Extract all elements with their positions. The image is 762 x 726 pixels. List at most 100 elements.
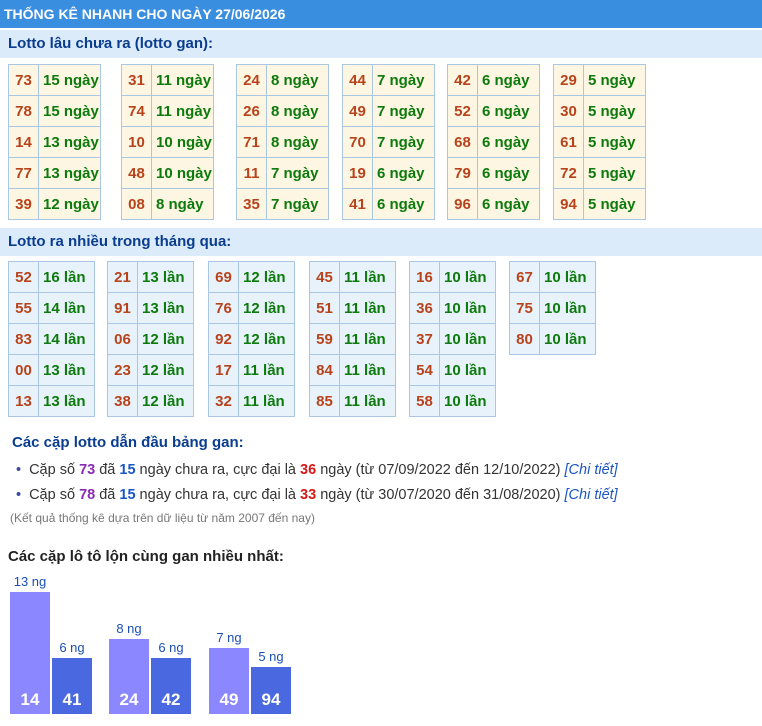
table-row: 58 10 lần bbox=[409, 385, 496, 417]
lotto-number[interactable]: 17 bbox=[208, 354, 239, 386]
lotto-number[interactable]: 45 bbox=[309, 261, 340, 293]
lotto-number[interactable]: 48 bbox=[121, 157, 152, 189]
table-row: 67 10 lần bbox=[509, 261, 596, 293]
lotto-number[interactable]: 91 bbox=[107, 292, 138, 324]
lotto-number[interactable]: 29 bbox=[553, 64, 584, 96]
lotto-count: 10 ngày bbox=[151, 126, 214, 158]
lotto-number[interactable]: 51 bbox=[309, 292, 340, 324]
lotto-number[interactable]: 70 bbox=[342, 126, 373, 158]
lotto-number[interactable]: 36 bbox=[409, 292, 440, 324]
lotto-number[interactable]: 41 bbox=[342, 188, 373, 220]
lotto-number[interactable]: 26 bbox=[236, 95, 267, 127]
table-row: 42 6 ngày bbox=[447, 64, 540, 96]
lotto-number[interactable]: 94 bbox=[553, 188, 584, 220]
lotto-number[interactable]: 75 bbox=[509, 292, 540, 324]
table-row: 17 11 lần bbox=[208, 354, 295, 386]
lotto-count: 7 ngày bbox=[372, 95, 435, 127]
lotto-number[interactable]: 52 bbox=[8, 261, 39, 293]
lotto-count: 12 lần bbox=[137, 385, 194, 417]
lotto-number[interactable]: 69 bbox=[208, 261, 239, 293]
table-row: 84 11 lần bbox=[309, 354, 396, 386]
lotto-number[interactable]: 31 bbox=[121, 64, 152, 96]
leader-text: Cặp số bbox=[29, 487, 80, 503]
lotto-number[interactable]: 42 bbox=[447, 64, 478, 96]
lotto-count: 11 lần bbox=[339, 261, 396, 293]
lotto-number[interactable]: 77 bbox=[8, 157, 39, 189]
lotto-number[interactable]: 00 bbox=[8, 354, 39, 386]
stats-table: 24 8 ngày 26 8 ngày 71 8 ngày 11 7 ngày 35 7 ngày bbox=[236, 64, 329, 220]
table-row: 61 5 ngày bbox=[553, 126, 646, 158]
detail-link[interactable]: [Chi tiết] bbox=[565, 462, 618, 478]
lotto-number[interactable]: 49 bbox=[342, 95, 373, 127]
lotto-count: 13 lần bbox=[38, 354, 95, 386]
lotto-number[interactable]: 35 bbox=[236, 188, 267, 220]
lotto-count: 15 ngày bbox=[38, 64, 101, 96]
bar-number-label: 14 bbox=[20, 690, 40, 709]
leader-days: 15 bbox=[119, 487, 136, 503]
lotto-number[interactable]: 39 bbox=[8, 188, 39, 220]
lotto-number[interactable]: 73 bbox=[8, 64, 39, 96]
bar-number-label: 42 bbox=[161, 690, 181, 709]
lotto-number[interactable]: 67 bbox=[509, 261, 540, 293]
lotto-number[interactable]: 74 bbox=[121, 95, 152, 127]
lotto-count: 6 ngày bbox=[477, 95, 540, 127]
lotto-number[interactable]: 21 bbox=[107, 261, 138, 293]
lotto-number[interactable]: 38 bbox=[107, 385, 138, 417]
detail-link[interactable]: [Chi tiết] bbox=[565, 487, 618, 503]
lotto-number[interactable]: 30 bbox=[553, 95, 584, 127]
lotto-number[interactable]: 72 bbox=[553, 157, 584, 189]
lotto-number[interactable]: 58 bbox=[409, 385, 440, 417]
lotto-count: 13 lần bbox=[137, 292, 194, 324]
lotto-number[interactable]: 54 bbox=[409, 354, 440, 386]
lotto-number[interactable]: 24 bbox=[236, 64, 267, 96]
lotto-number[interactable]: 96 bbox=[447, 188, 478, 220]
lotto-number[interactable]: 78 bbox=[8, 95, 39, 127]
lotto-number[interactable]: 52 bbox=[447, 95, 478, 127]
lotto-number[interactable]: 10 bbox=[121, 126, 152, 158]
lotto-number[interactable]: 11 bbox=[236, 157, 267, 189]
lotto-count: 6 ngày bbox=[477, 126, 540, 158]
lotto-number[interactable]: 37 bbox=[409, 323, 440, 355]
leader-text: ngày (từ 30/07/2020 đến 31/08/2020) bbox=[316, 487, 565, 503]
bar-number-label: 49 bbox=[219, 690, 239, 709]
lotto-count: 5 ngày bbox=[583, 64, 646, 96]
lotto-number[interactable]: 79 bbox=[447, 157, 478, 189]
leader-text: ngày chưa ra, cực đại là bbox=[135, 462, 301, 478]
lotto-count: 11 ngày bbox=[151, 64, 214, 96]
lotto-count: 10 lần bbox=[539, 292, 596, 324]
chart-bar: 24 bbox=[109, 639, 149, 714]
lotto-number[interactable]: 71 bbox=[236, 126, 267, 158]
table-row: 48 10 ngày bbox=[121, 157, 214, 189]
lotto-number[interactable]: 44 bbox=[342, 64, 373, 96]
lotto-count: 13 ngày bbox=[38, 126, 101, 158]
lotto-number[interactable]: 68 bbox=[447, 126, 478, 158]
lotto-number[interactable]: 61 bbox=[553, 126, 584, 158]
table-row: 21 13 lần bbox=[107, 261, 194, 293]
lotto-number[interactable]: 83 bbox=[8, 323, 39, 355]
lotto-number[interactable]: 13 bbox=[8, 385, 39, 417]
table-row: 94 5 ngày bbox=[553, 188, 646, 220]
lotto-count: 13 lần bbox=[137, 261, 194, 293]
lotto-count: 12 lần bbox=[137, 354, 194, 386]
lotto-number[interactable]: 14 bbox=[8, 126, 39, 158]
lotto-number[interactable]: 32 bbox=[208, 385, 239, 417]
lotto-number[interactable]: 08 bbox=[121, 188, 152, 220]
table-row: 00 13 lần bbox=[8, 354, 95, 386]
table-row: 59 11 lần bbox=[309, 323, 396, 355]
lotto-number[interactable]: 59 bbox=[309, 323, 340, 355]
lotto-number[interactable]: 16 bbox=[409, 261, 440, 293]
lotto-number[interactable]: 76 bbox=[208, 292, 239, 324]
lotto-number[interactable]: 85 bbox=[309, 385, 340, 417]
leader-text: Cặp số bbox=[29, 462, 80, 478]
table-row: 14 13 ngày bbox=[8, 126, 101, 158]
lotto-number[interactable]: 92 bbox=[208, 323, 239, 355]
lotto-number[interactable]: 19 bbox=[342, 157, 373, 189]
lotto-number[interactable]: 55 bbox=[8, 292, 39, 324]
lotto-number[interactable]: 84 bbox=[309, 354, 340, 386]
lotto-count: 8 ngày bbox=[266, 126, 329, 158]
bar-value-label: 6 ng bbox=[59, 640, 85, 655]
lotto-number[interactable]: 80 bbox=[509, 323, 540, 355]
lotto-number[interactable]: 06 bbox=[107, 323, 138, 355]
lotto-number[interactable]: 23 bbox=[107, 354, 138, 386]
table-row: 72 5 ngày bbox=[553, 157, 646, 189]
